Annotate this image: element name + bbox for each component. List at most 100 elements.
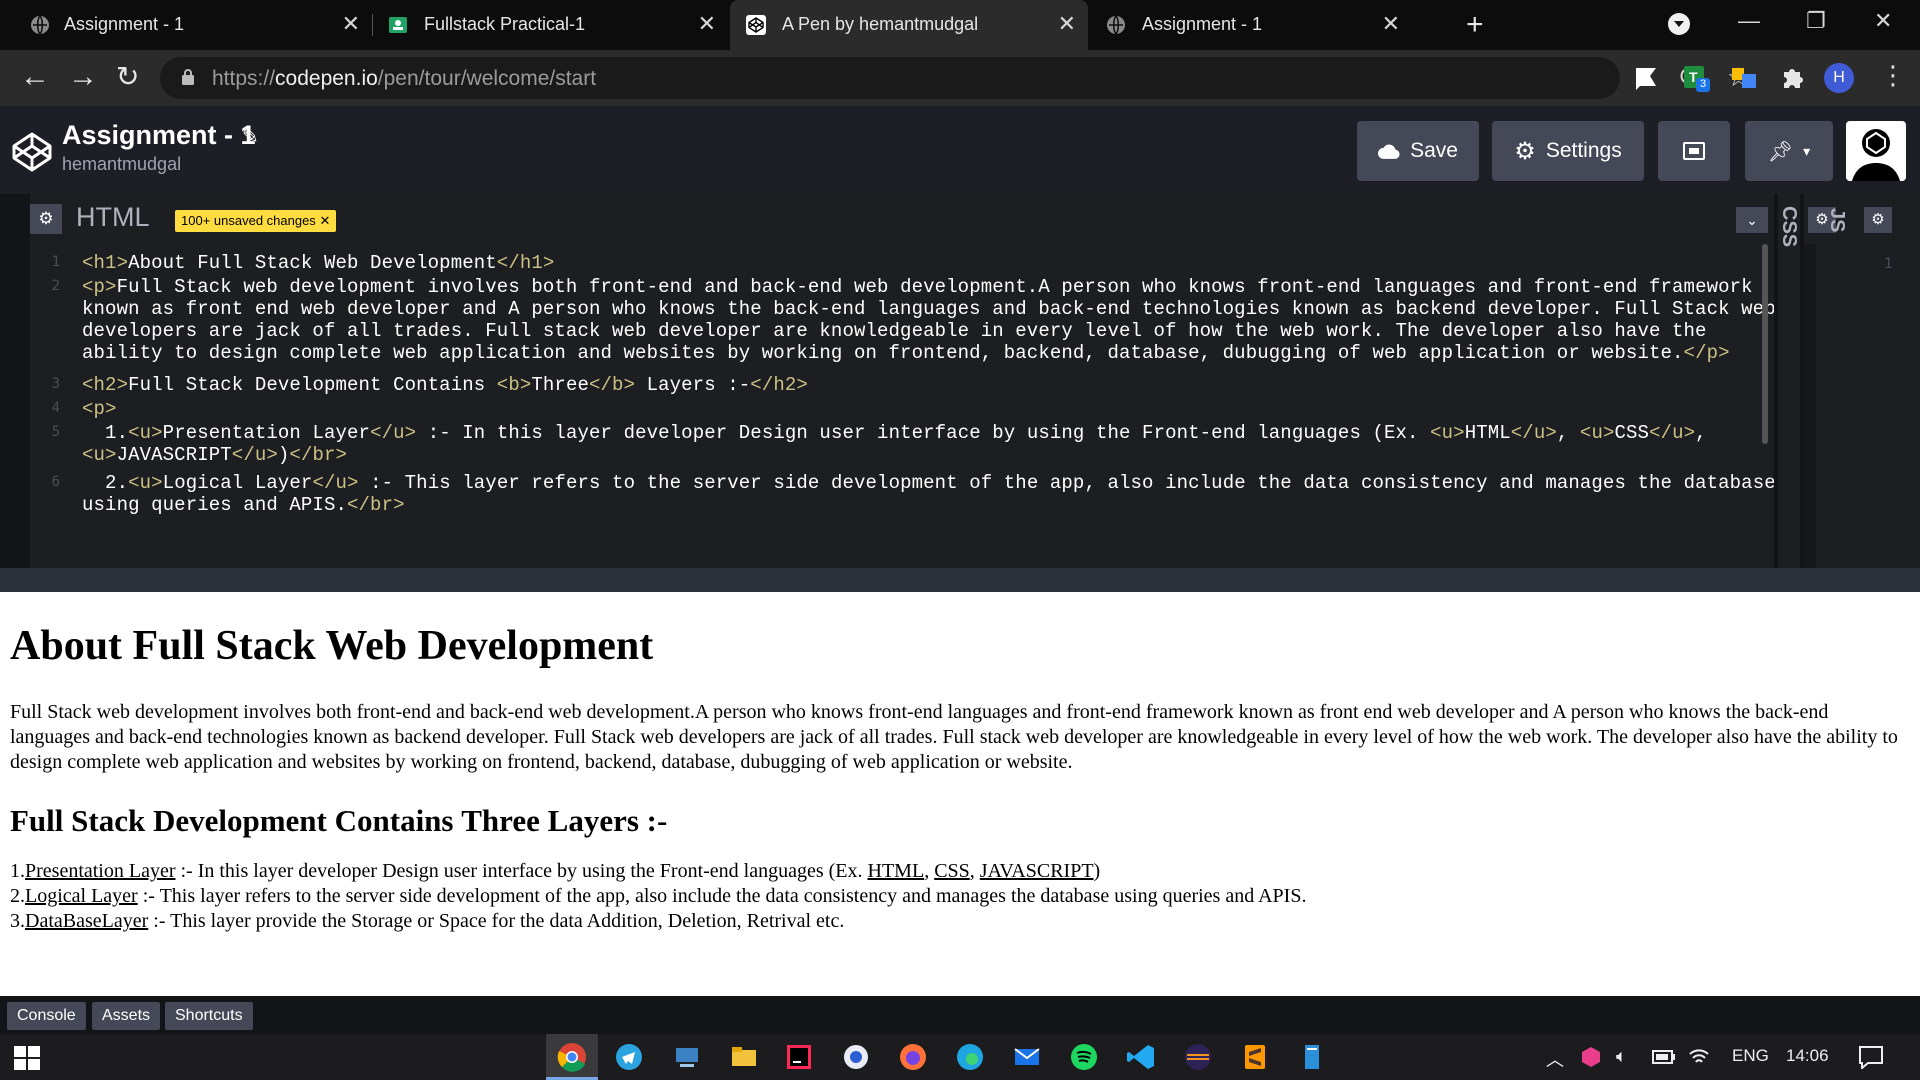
tab-label: Assignment - 1 bbox=[1142, 14, 1263, 34]
address-bar[interactable]: https://codepen.io/pen/tour/welcome/star… bbox=[160, 57, 1750, 99]
user-avatar[interactable] bbox=[1846, 121, 1906, 181]
intellij-icon[interactable] bbox=[784, 1042, 814, 1072]
pen-title[interactable]: Assignment - 1 bbox=[62, 120, 256, 151]
extension-blocks-icon[interactable] bbox=[1730, 64, 1758, 92]
windows-start-icon[interactable] bbox=[14, 1046, 40, 1070]
code-line-5[interactable]: 1.<u>Presentation Layer</u> :- In this l… bbox=[82, 422, 1707, 466]
line-number: 5 bbox=[51, 424, 60, 440]
codepen-icon bbox=[746, 15, 766, 35]
edge-icon[interactable] bbox=[955, 1042, 985, 1072]
line-number: 1 bbox=[51, 254, 60, 270]
code-line-1[interactable]: <h1>About Full Stack Web Development</h1… bbox=[82, 252, 554, 274]
shortcuts-button[interactable]: Shortcuts bbox=[165, 1002, 253, 1030]
assets-button[interactable]: Assets bbox=[92, 1002, 161, 1030]
reload-icon[interactable]: ↻ bbox=[116, 60, 139, 94]
browser-tab-assignment-1[interactable]: Assignment - 1 ✕ bbox=[0, 0, 372, 50]
close-icon[interactable]: ✕ bbox=[342, 11, 360, 37]
layer-item-database: 3.DataBaseLayer :- This layer provide th… bbox=[10, 910, 845, 932]
sublime-icon[interactable] bbox=[1240, 1042, 1270, 1072]
extension-sheets-icon[interactable]: T 3 bbox=[1682, 64, 1710, 92]
html-editor-titlebar: ⚙ HTML 100+ unsaved changes ✕ ⌄ bbox=[30, 194, 1796, 244]
classroom-icon bbox=[389, 17, 407, 33]
tray-app-icon[interactable] bbox=[1580, 1046, 1602, 1068]
code-line-3[interactable]: <h2>Full Stack Development Contains <b>T… bbox=[82, 374, 808, 396]
preview-heading: About Full Stack Web Development bbox=[10, 623, 654, 669]
line-number: 4 bbox=[51, 400, 60, 416]
code-line-2[interactable]: <p>Full Stack web development involves b… bbox=[82, 276, 1776, 364]
console-button[interactable]: Console bbox=[7, 1002, 86, 1030]
restore-icon[interactable]: ❐ bbox=[1806, 8, 1826, 34]
codepen-logo-icon[interactable] bbox=[10, 130, 54, 174]
vscode-icon[interactable] bbox=[1126, 1042, 1156, 1072]
chevron-up-icon[interactable]: ︿ bbox=[1546, 1046, 1564, 1072]
save-button[interactable]: Save bbox=[1357, 121, 1479, 181]
extension-badge: 3 bbox=[1700, 78, 1707, 90]
layer-item-logical: 2.Logical Layer :- This layer refers to … bbox=[10, 885, 1307, 907]
close-icon[interactable]: ✕ bbox=[698, 11, 716, 37]
windows-taskbar: ︿ 🔈︎ ENG 14:06 bbox=[0, 1034, 1920, 1080]
browser-toolbar: ← → ↻ https://codepen.io/pen/tour/welcom… bbox=[0, 50, 1920, 106]
clock-time[interactable]: 14:06 bbox=[1786, 1046, 1829, 1066]
html-settings-gear-icon[interactable]: ⚙ bbox=[30, 204, 62, 234]
browser-tab-codepen[interactable]: A Pen by hemantmudgal ✕ bbox=[730, 0, 1088, 50]
close-icon[interactable]: ✕ bbox=[1058, 11, 1076, 37]
telegram-icon[interactable] bbox=[614, 1042, 644, 1072]
save-label: Save bbox=[1410, 139, 1458, 162]
chevron-down-icon[interactable]: ⌄ bbox=[1736, 207, 1768, 233]
editor-scrollbar[interactable] bbox=[1762, 244, 1768, 444]
chrome-icon[interactable] bbox=[557, 1042, 587, 1072]
change-view-button[interactable] bbox=[1658, 121, 1730, 181]
js-editor-label[interactable]: JS bbox=[1825, 208, 1848, 232]
pin-menu-button[interactable]: 📌︎ ▾ bbox=[1745, 121, 1833, 181]
spotify-icon[interactable] bbox=[1069, 1042, 1099, 1072]
window-close-icon[interactable]: ✕ bbox=[1874, 8, 1892, 34]
notifications-icon[interactable] bbox=[1858, 1045, 1884, 1069]
close-icon[interactable]: ✕ bbox=[1382, 11, 1400, 37]
editor-title-area: ⚙ HTML 100+ unsaved changes ✕ ⌄ bbox=[0, 194, 1920, 244]
js-editor-collapsed[interactable]: ⚙ ⚙ 1 bbox=[1804, 194, 1920, 568]
new-tab-plus-icon[interactable]: + bbox=[1466, 8, 1484, 42]
volume-icon[interactable]: 🔈︎ bbox=[1616, 1046, 1627, 1067]
browser-tab-assignment-1-second[interactable]: Assignment - 1 ✕ bbox=[1090, 0, 1412, 50]
css-editor-collapsed[interactable] bbox=[1774, 194, 1800, 568]
preview-layers-list: 1.Presentation Layer :- In this layer de… bbox=[10, 859, 1910, 934]
notepad-icon[interactable] bbox=[1297, 1042, 1327, 1072]
preview-intro-paragraph: Full Stack web development involves both… bbox=[10, 701, 1898, 773]
browser-menu-icon[interactable]: ⋮ bbox=[1880, 60, 1906, 91]
mail-icon[interactable] bbox=[1012, 1042, 1042, 1072]
browser-tab-fullstack-practical[interactable]: Fullstack Practical-1 ✕ bbox=[372, 0, 728, 50]
network-drive-icon[interactable] bbox=[672, 1042, 702, 1072]
forward-arrow-icon[interactable]: → bbox=[68, 60, 98, 94]
wifi-icon[interactable] bbox=[1688, 1048, 1710, 1066]
tab-label: Assignment - 1 bbox=[64, 14, 185, 34]
codepen-header: Assignment - 1 ✎ hemantmudgal Save ⚙ Set… bbox=[0, 106, 1920, 194]
minimize-icon[interactable]: — bbox=[1738, 8, 1760, 34]
back-arrow-icon[interactable]: ← bbox=[20, 60, 50, 94]
vpn-icon[interactable] bbox=[841, 1042, 871, 1072]
js-gutter bbox=[1804, 244, 1816, 568]
profile-avatar[interactable]: H bbox=[1824, 63, 1854, 93]
unsaved-changes-badge[interactable]: 100+ unsaved changes ✕ bbox=[175, 210, 337, 232]
editor-preview-resizer[interactable] bbox=[0, 568, 1920, 592]
extension-flag-icon[interactable] bbox=[1632, 64, 1660, 92]
pen-author[interactable]: hemantmudgal bbox=[62, 154, 181, 175]
firefox-icon[interactable] bbox=[898, 1042, 928, 1072]
battery-icon[interactable] bbox=[1652, 1048, 1676, 1066]
html-code-editor[interactable]: 1 <h1>About Full Stack Web Development</… bbox=[30, 244, 1796, 568]
css-editor-label[interactable]: CSS bbox=[1777, 206, 1800, 247]
code-line-4[interactable]: <p> bbox=[82, 398, 117, 420]
js-settings-gear-icon[interactable]: ⚙ bbox=[1864, 207, 1892, 233]
globe-icon bbox=[31, 15, 49, 35]
extensions-puzzle-icon[interactable] bbox=[1778, 64, 1806, 92]
file-explorer-icon[interactable] bbox=[729, 1042, 759, 1072]
pencil-edit-icon[interactable]: ✎ bbox=[242, 124, 259, 149]
globe-icon bbox=[1107, 15, 1125, 35]
layout-icon bbox=[1683, 142, 1705, 160]
eclipse-icon[interactable] bbox=[1183, 1042, 1213, 1072]
code-line-6[interactable]: 2.<u>Logical Layer</u> :- This layer ref… bbox=[82, 472, 1776, 516]
tab-search-icon[interactable] bbox=[1668, 13, 1690, 35]
settings-button[interactable]: ⚙ Settings bbox=[1492, 121, 1644, 181]
gear-icon: ⚙ bbox=[1514, 137, 1536, 165]
input-language[interactable]: ENG bbox=[1732, 1046, 1769, 1066]
settings-label: Settings bbox=[1545, 139, 1622, 162]
